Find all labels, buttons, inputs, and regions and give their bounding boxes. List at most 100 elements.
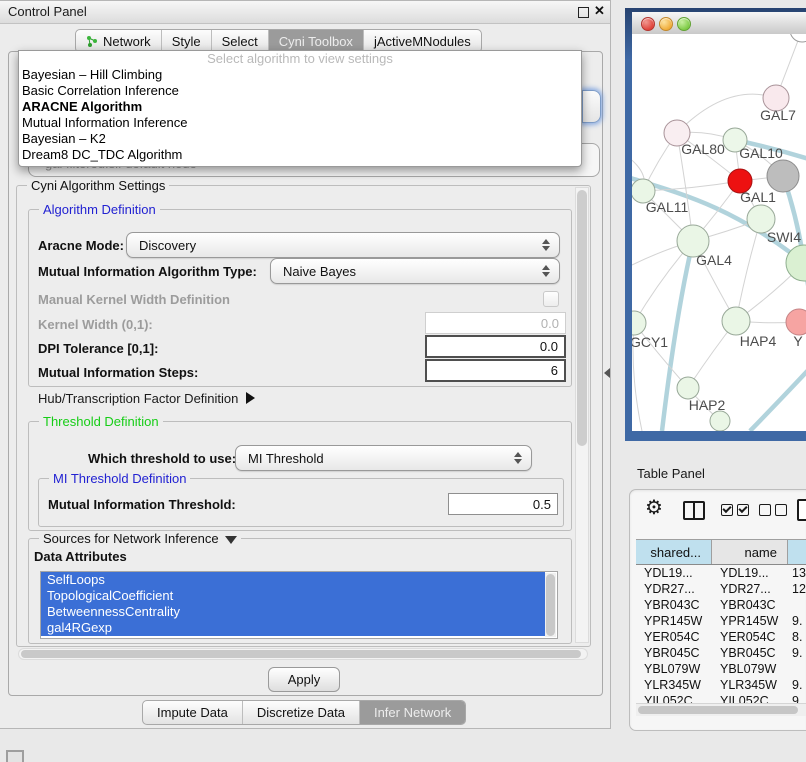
- table-horizontal-scrollbar[interactable]: [636, 703, 806, 716]
- table-cell[interactable]: YPR145W: [712, 613, 788, 629]
- tab-select[interactable]: Select: [212, 30, 269, 52]
- table-cell[interactable]: YBL079W: [712, 661, 788, 677]
- table-row[interactable]: YDR27...YDR27...12: [636, 581, 806, 597]
- table-cell[interactable]: 9.: [788, 645, 806, 661]
- network-node[interactable]: [632, 311, 646, 335]
- table-row[interactable]: YDL19...YDL19...13: [636, 565, 806, 581]
- zoom-traffic-light[interactable]: [677, 17, 691, 31]
- table-row[interactable]: YBR043CYBR043C: [636, 597, 806, 613]
- table-cell[interactable]: YDR27...: [636, 581, 712, 597]
- data-attribute-item[interactable]: TopologicalCoefficient: [41, 588, 545, 604]
- table-row[interactable]: YBR045CYBR045C9.: [636, 645, 806, 661]
- tab-jactivemnodules[interactable]: jActiveMNodules: [364, 30, 481, 52]
- table-cell[interactable]: YBR045C: [712, 645, 788, 661]
- which-threshold-combobox[interactable]: MI Threshold: [235, 445, 532, 471]
- page-icon[interactable]: [797, 499, 806, 521]
- data-attribute-item[interactable]: BetweennessCentrality: [41, 604, 545, 620]
- table-cell[interactable]: 9.: [788, 677, 806, 693]
- settings-gear-icon[interactable]: ⚙: [645, 498, 663, 518]
- float-window-icon[interactable]: [578, 7, 589, 18]
- table-cell[interactable]: YDR27...: [712, 581, 788, 597]
- algorithm-option[interactable]: ARACNE Algorithm: [19, 99, 581, 115]
- algorithm-option[interactable]: Bayesian – Hill Climbing: [19, 67, 581, 83]
- settings-vertical-scrollbar[interactable]: [575, 187, 589, 643]
- table-cell[interactable]: [788, 661, 806, 677]
- table-cell[interactable]: [788, 597, 806, 613]
- network-canvas[interactable]: GAL7GAL80GAL10GAL1SWI4GAL11GAL4GCY1HAP4Y…: [632, 34, 806, 431]
- collapse-down-icon[interactable]: [225, 536, 237, 544]
- column-header-partial[interactable]: [788, 540, 806, 564]
- dpi-tolerance-input[interactable]: 0.0: [425, 335, 566, 358]
- panel-splitter-arrow[interactable]: [604, 368, 610, 378]
- table-cell[interactable]: YDL19...: [712, 565, 788, 581]
- apply-button[interactable]: Apply: [268, 667, 340, 692]
- network-window-titlebar[interactable]: [632, 12, 806, 35]
- kernel-width-input[interactable]: 0.0: [425, 312, 566, 334]
- select-all-checked-icon[interactable]: [721, 504, 749, 516]
- table-cell[interactable]: YPR145W: [636, 613, 712, 629]
- data-attribute-item[interactable]: SelfLoops: [41, 572, 545, 588]
- table-row[interactable]: YPR145WYPR145W9.: [636, 613, 806, 629]
- scrollbar-thumb[interactable]: [577, 190, 587, 446]
- network-node[interactable]: [790, 34, 806, 42]
- aracne-mode-combobox[interactable]: Discovery: [126, 232, 560, 258]
- tab-style[interactable]: Style: [162, 30, 212, 52]
- data-attribute-item[interactable]: gal4RGexp: [41, 620, 545, 636]
- table-cell[interactable]: YBR043C: [712, 597, 788, 613]
- table-cell[interactable]: YDL19...: [636, 565, 712, 581]
- tab-infer-network[interactable]: Infer Network: [360, 701, 465, 724]
- table-cell[interactable]: YLR345W: [712, 677, 788, 693]
- network-edge[interactable]: [736, 219, 761, 321]
- tab-cyni-toolbox[interactable]: Cyni Toolbox: [269, 30, 364, 52]
- tab-discretize-data[interactable]: Discretize Data: [243, 701, 360, 724]
- close-icon[interactable]: ✕: [594, 3, 605, 19]
- table-cell[interactable]: 12: [788, 581, 806, 597]
- manual-kernel-checkbox[interactable]: [543, 291, 559, 307]
- expand-right-icon[interactable]: [246, 392, 255, 404]
- table-cell[interactable]: 9.: [788, 613, 806, 629]
- table-row[interactable]: YLR345WYLR345W9.: [636, 677, 806, 693]
- network-edge[interactable]: [634, 323, 688, 388]
- table-cell[interactable]: YLR345W: [636, 677, 712, 693]
- table-row[interactable]: YER054CYER054C8.: [636, 629, 806, 645]
- tab-impute-data[interactable]: Impute Data: [143, 701, 243, 724]
- algorithm-option[interactable]: Bayesian – K2: [19, 131, 581, 147]
- network-node[interactable]: [710, 411, 730, 431]
- network-node[interactable]: [722, 307, 750, 335]
- tab-network[interactable]: Network: [76, 30, 162, 52]
- minimize-traffic-light[interactable]: [659, 17, 673, 31]
- column-header-name[interactable]: name: [712, 540, 788, 564]
- hub-definition-expander[interactable]: Hub/Transcription Factor Definition: [38, 391, 255, 406]
- table-cell[interactable]: YER054C: [636, 629, 712, 645]
- table-cell[interactable]: YER054C: [712, 629, 788, 645]
- mi-threshold-input[interactable]: 0.5: [448, 493, 558, 515]
- collapsed-panel-icon[interactable]: [6, 750, 24, 762]
- inference-algorithm-combobox-fragment[interactable]: [582, 90, 601, 123]
- table-row[interactable]: YBL079WYBL079W: [636, 661, 806, 677]
- attributes-vertical-scrollbar[interactable]: [545, 573, 556, 637]
- mi-algorithm-type-combobox[interactable]: Naive Bayes: [270, 258, 560, 284]
- table-cell[interactable]: YBR043C: [636, 597, 712, 613]
- table-cell[interactable]: 13: [788, 565, 806, 581]
- algorithm-option[interactable]: Basic Correlation Inference: [19, 83, 581, 99]
- mi-steps-input[interactable]: 6: [425, 359, 566, 382]
- table-cell[interactable]: YBL079W: [636, 661, 712, 677]
- network-node[interactable]: [767, 160, 799, 192]
- algorithm-option[interactable]: Mutual Information Inference: [19, 115, 581, 131]
- network-node[interactable]: [677, 377, 699, 399]
- network-node[interactable]: [786, 309, 806, 335]
- network-edge[interactable]: [750, 366, 806, 431]
- column-header-shared-name[interactable]: shared...: [636, 540, 712, 564]
- scrollbar-thumb[interactable]: [638, 706, 798, 714]
- select-none-icon[interactable]: [759, 504, 787, 516]
- algorithm-option[interactable]: Dream8 DC_TDC Algorithm: [19, 147, 581, 163]
- close-traffic-light[interactable]: [641, 17, 655, 31]
- mi-steps-label: Mutual Information Steps:: [38, 365, 198, 380]
- table-cell[interactable]: 8.: [788, 629, 806, 645]
- split-columns-icon[interactable]: [683, 501, 705, 520]
- scrollbar-thumb[interactable]: [21, 650, 581, 658]
- settings-horizontal-scrollbar[interactable]: [18, 648, 588, 660]
- control-panel-titlebar[interactable]: Control Panel ✕: [0, 1, 610, 24]
- table-cell[interactable]: YBR045C: [636, 645, 712, 661]
- scrollbar-thumb[interactable]: [546, 574, 555, 636]
